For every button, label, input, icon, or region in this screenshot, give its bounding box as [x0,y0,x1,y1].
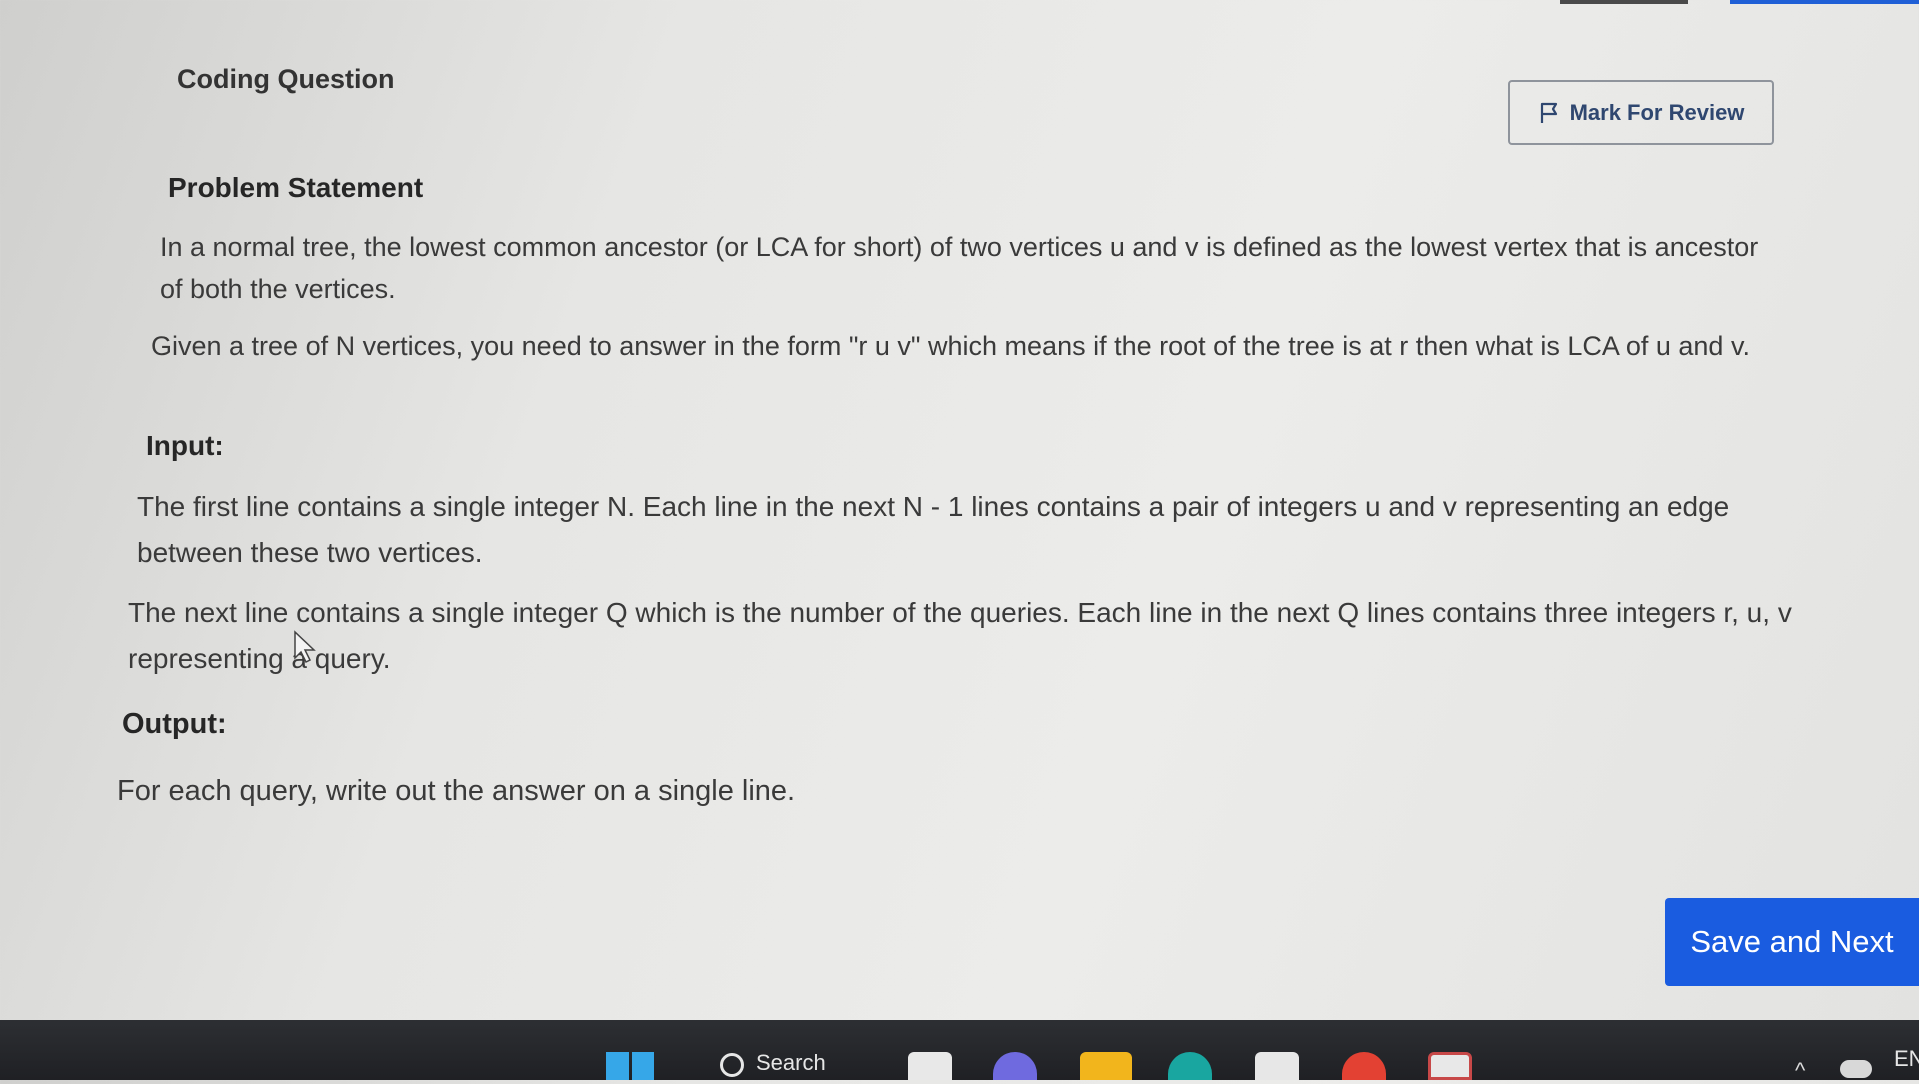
language-indicator[interactable]: EN [1894,1046,1919,1072]
taskbar: Search ^ EN [0,1020,1919,1083]
problem-statement-heading: Problem Statement [168,172,424,203]
meet-icon[interactable] [993,1052,1037,1080]
input-paragraph-1: The first line contains a single integer… [137,491,1730,568]
chrome-icon[interactable] [1342,1052,1386,1080]
store-icon[interactable] [1255,1052,1299,1080]
top-accent-bar [1560,0,1688,4]
windows-start-icon[interactable] [606,1052,654,1080]
problem-paragraph-2: Given a tree of N vertices, you need to … [151,331,1750,361]
mouse-cursor-icon [294,630,316,664]
problem-paragraph-1: In a normal tree, the lowest common ance… [160,232,1759,304]
flag-icon [1540,102,1557,123]
mark-for-review-button[interactable]: Mark For Review [1508,80,1774,145]
snipping-tool-icon[interactable] [1428,1052,1472,1080]
onedrive-icon[interactable] [1840,1060,1872,1078]
output-heading: Output: [122,708,227,740]
chevron-up-icon[interactable]: ^ [1795,1058,1805,1084]
folder-icon[interactable] [1080,1052,1132,1080]
exam-page: Coding Question Mark For Review Problem … [0,0,1919,1020]
file-explorer-icon[interactable] [908,1052,952,1080]
save-and-next-button[interactable]: Save and Next [1665,898,1919,986]
output-paragraph: For each query, write out the answer on … [117,775,796,807]
edge-icon[interactable] [1168,1052,1212,1080]
search-icon [720,1053,744,1077]
page-title: Coding Question [177,64,395,94]
mark-for-review-label: Mark For Review [1569,99,1745,125]
input-heading: Input: [146,430,224,461]
top-progress-bar [1730,0,1919,4]
taskbar-search-label: Search [756,1050,826,1075]
input-paragraph-2: The next line contains a single integer … [128,597,1792,674]
taskbar-search[interactable]: Search [720,1050,826,1080]
